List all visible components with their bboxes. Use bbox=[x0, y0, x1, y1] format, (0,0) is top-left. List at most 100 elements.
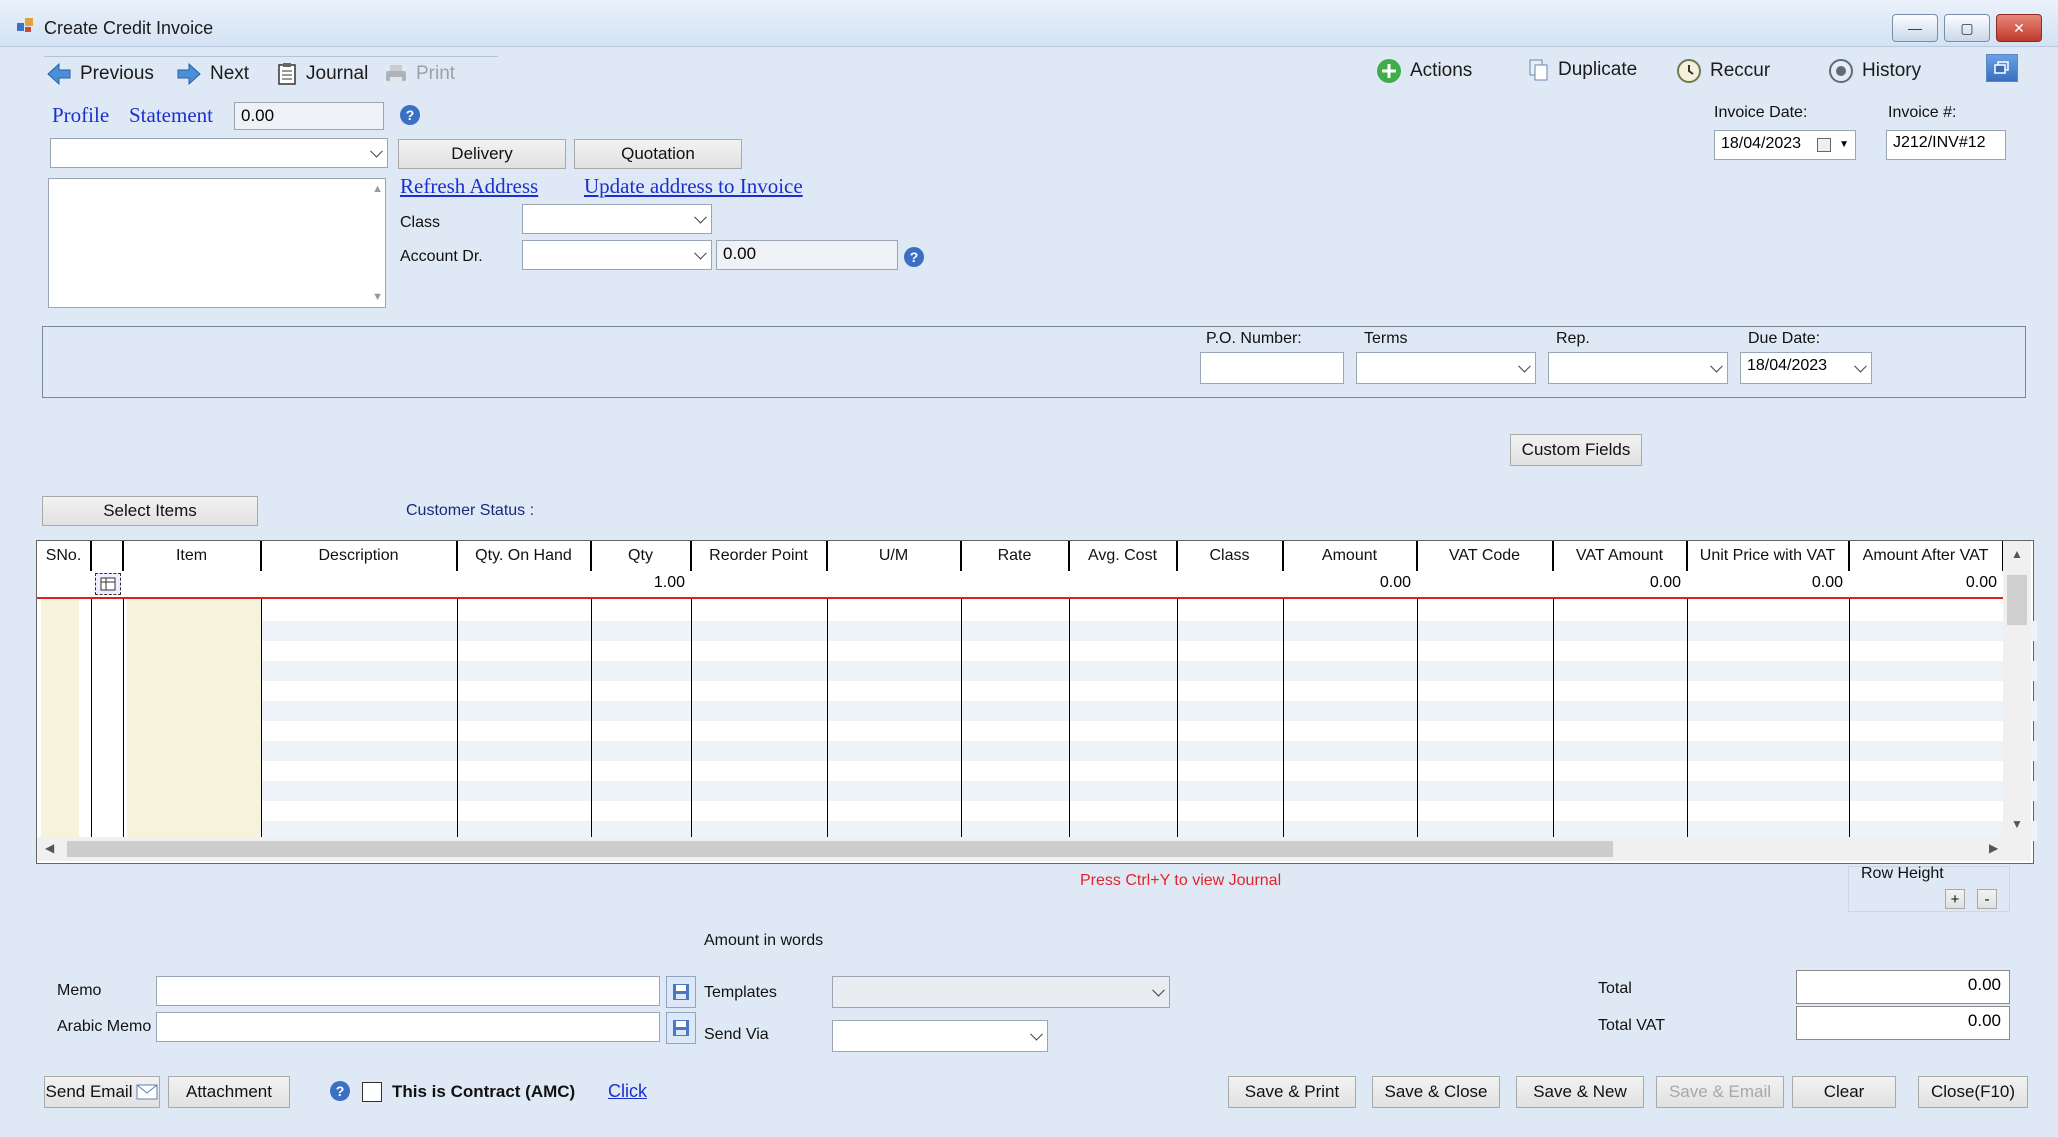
history-button[interactable]: History bbox=[1828, 58, 1921, 84]
calendar-icon[interactable] bbox=[1817, 138, 1831, 152]
memo-save-button[interactable] bbox=[666, 976, 696, 1008]
col-header-amount-after-vat[interactable]: Amount After VAT bbox=[1849, 541, 2003, 571]
row-separator bbox=[37, 597, 2003, 599]
account-select[interactable] bbox=[522, 240, 712, 270]
profile-link[interactable]: Profile bbox=[52, 103, 109, 128]
customer-select[interactable] bbox=[50, 138, 388, 168]
col-header-vat-amount[interactable]: VAT Amount bbox=[1553, 541, 1687, 571]
journal-label: Journal bbox=[306, 63, 369, 84]
row-qty[interactable]: 1.00 bbox=[591, 574, 685, 592]
scroll-up-icon[interactable]: ▲ bbox=[372, 183, 383, 195]
arabic-memo-save-button[interactable] bbox=[666, 1012, 696, 1044]
scroll-down-icon[interactable]: ▼ bbox=[372, 291, 383, 303]
save-close-button[interactable]: Save & Close bbox=[1372, 1076, 1500, 1108]
address-textarea[interactable]: ▲ ▼ bbox=[48, 178, 386, 308]
rep-select[interactable] bbox=[1548, 352, 1728, 384]
save-email-button[interactable]: Save & Email bbox=[1656, 1076, 1784, 1108]
reccur-button[interactable]: Reccur bbox=[1676, 58, 1770, 84]
quotation-button[interactable]: Quotation bbox=[574, 139, 742, 169]
attachment-button[interactable]: Attachment bbox=[168, 1076, 290, 1108]
col-header-reorder-point[interactable]: Reorder Point bbox=[691, 541, 827, 571]
title-bar: Create Credit Invoice — ▢ ✕ bbox=[0, 0, 2058, 47]
due-date-label: Due Date: bbox=[1748, 330, 1821, 347]
templates-select[interactable] bbox=[832, 976, 1170, 1008]
update-address-link[interactable]: Update address to Invoice bbox=[584, 174, 803, 199]
arabic-memo-field[interactable] bbox=[156, 1012, 660, 1042]
scroll-up-icon[interactable]: ▲ bbox=[2011, 547, 2023, 561]
minimize-button[interactable]: — bbox=[1892, 14, 1938, 42]
col-header-avg-cost[interactable]: Avg. Cost bbox=[1069, 541, 1177, 571]
col-header-sno[interactable]: SNo. bbox=[37, 541, 91, 571]
invoice-number-field[interactable]: J212/INV#12 bbox=[1886, 130, 2006, 160]
grid-stripe bbox=[261, 701, 2037, 721]
recurring-clock-icon bbox=[1677, 59, 1701, 83]
maximize-button[interactable]: ▢ bbox=[1944, 14, 1990, 42]
row-height-plus-button[interactable]: + bbox=[1945, 889, 1965, 909]
row-unit-price-vat[interactable]: 0.00 bbox=[1687, 574, 1843, 592]
save-new-button[interactable]: Save & New bbox=[1516, 1076, 1644, 1108]
col-header-amount[interactable]: Amount bbox=[1283, 541, 1417, 571]
scroll-right-icon[interactable]: ▶ bbox=[1989, 841, 1998, 855]
col-header-description[interactable]: Description bbox=[261, 541, 457, 571]
memo-field[interactable] bbox=[156, 976, 660, 1006]
col-header-unit-price-vat[interactable]: Unit Price with VAT bbox=[1687, 541, 1849, 571]
actions-button[interactable]: Actions bbox=[1376, 58, 1472, 84]
po-number-label: P.O. Number: bbox=[1206, 330, 1302, 347]
horizontal-scrollbar[interactable]: ◀ ▶ bbox=[37, 837, 2031, 861]
templates-label: Templates bbox=[704, 984, 777, 1001]
help-icon[interactable]: ? bbox=[400, 105, 420, 125]
horizontal-scroll-thumb[interactable] bbox=[67, 841, 1613, 857]
click-link[interactable]: Click bbox=[608, 1081, 647, 1102]
restore-layout-button[interactable] bbox=[1986, 54, 2018, 82]
row-amount[interactable]: 0.00 bbox=[1283, 574, 1411, 592]
scroll-left-icon[interactable]: ◀ bbox=[45, 841, 54, 855]
total-vat-label: Total VAT bbox=[1598, 1017, 1665, 1034]
send-via-select[interactable] bbox=[832, 1020, 1048, 1052]
window-title: Create Credit Invoice bbox=[44, 18, 214, 38]
refresh-address-link[interactable]: Refresh Address bbox=[400, 174, 538, 199]
duplicate-button[interactable]: Duplicate bbox=[1528, 58, 1637, 82]
table-row[interactable]: 1.00 0.00 0.00 0.00 0.00 bbox=[37, 571, 2003, 597]
custom-fields-button[interactable]: Custom Fields bbox=[1510, 434, 1642, 466]
help-icon[interactable]: ? bbox=[330, 1081, 350, 1101]
items-grid[interactable]: SNo. Item Description Qty. On Hand Qty R… bbox=[36, 540, 2037, 864]
item-lookup-icon[interactable] bbox=[95, 573, 121, 595]
row-amount-after-vat[interactable]: 0.00 bbox=[1849, 574, 1997, 592]
col-header-qty[interactable]: Qty bbox=[591, 541, 691, 571]
item-column-fill bbox=[127, 597, 261, 837]
scroll-down-icon[interactable]: ▼ bbox=[2011, 817, 2023, 831]
journal-button[interactable]: Journal bbox=[276, 62, 368, 86]
contract-checkbox[interactable] bbox=[362, 1082, 382, 1102]
col-header-vat-code[interactable]: VAT Code bbox=[1417, 541, 1553, 571]
select-items-button[interactable]: Select Items bbox=[42, 496, 258, 526]
invoice-date-picker[interactable]: 18/04/2023 ▼ bbox=[1714, 130, 1856, 160]
print-button[interactable]: Print bbox=[384, 62, 455, 86]
send-email-button[interactable]: Send Email bbox=[44, 1076, 160, 1108]
printer-icon bbox=[386, 65, 406, 84]
close-f10-button[interactable]: Close(F10) bbox=[1918, 1076, 2028, 1108]
save-print-button[interactable]: Save & Print bbox=[1228, 1076, 1356, 1108]
col-header-item[interactable]: Item bbox=[123, 541, 261, 571]
col-header-blank[interactable] bbox=[91, 541, 123, 571]
col-header-class[interactable]: Class bbox=[1177, 541, 1283, 571]
vertical-scrollbar[interactable]: ▲ ▼ bbox=[2003, 541, 2031, 837]
clear-button[interactable]: Clear bbox=[1792, 1076, 1896, 1108]
row-vat-amount[interactable]: 0.00 bbox=[1553, 574, 1681, 592]
dropdown-arrow-icon[interactable]: ▼ bbox=[1839, 139, 1849, 150]
next-label: Next bbox=[210, 63, 250, 84]
close-window-button[interactable]: ✕ bbox=[1996, 14, 2042, 42]
col-header-qty-on-hand[interactable]: Qty. On Hand bbox=[457, 541, 591, 571]
po-number-field[interactable] bbox=[1200, 352, 1344, 384]
delivery-button[interactable]: Delivery bbox=[398, 139, 566, 169]
row-height-minus-button[interactable]: - bbox=[1977, 889, 1997, 909]
due-date-picker[interactable]: 18/04/2023 bbox=[1740, 352, 1872, 384]
next-button[interactable]: Next bbox=[176, 62, 249, 86]
terms-select[interactable] bbox=[1356, 352, 1536, 384]
vertical-scroll-thumb[interactable] bbox=[2007, 575, 2027, 625]
previous-button[interactable]: Previous bbox=[46, 62, 154, 86]
col-header-um[interactable]: U/M bbox=[827, 541, 961, 571]
help-icon[interactable]: ? bbox=[904, 247, 924, 267]
col-header-rate[interactable]: Rate bbox=[961, 541, 1069, 571]
class-select[interactable] bbox=[522, 204, 712, 234]
statement-link[interactable]: Statement bbox=[129, 103, 213, 128]
